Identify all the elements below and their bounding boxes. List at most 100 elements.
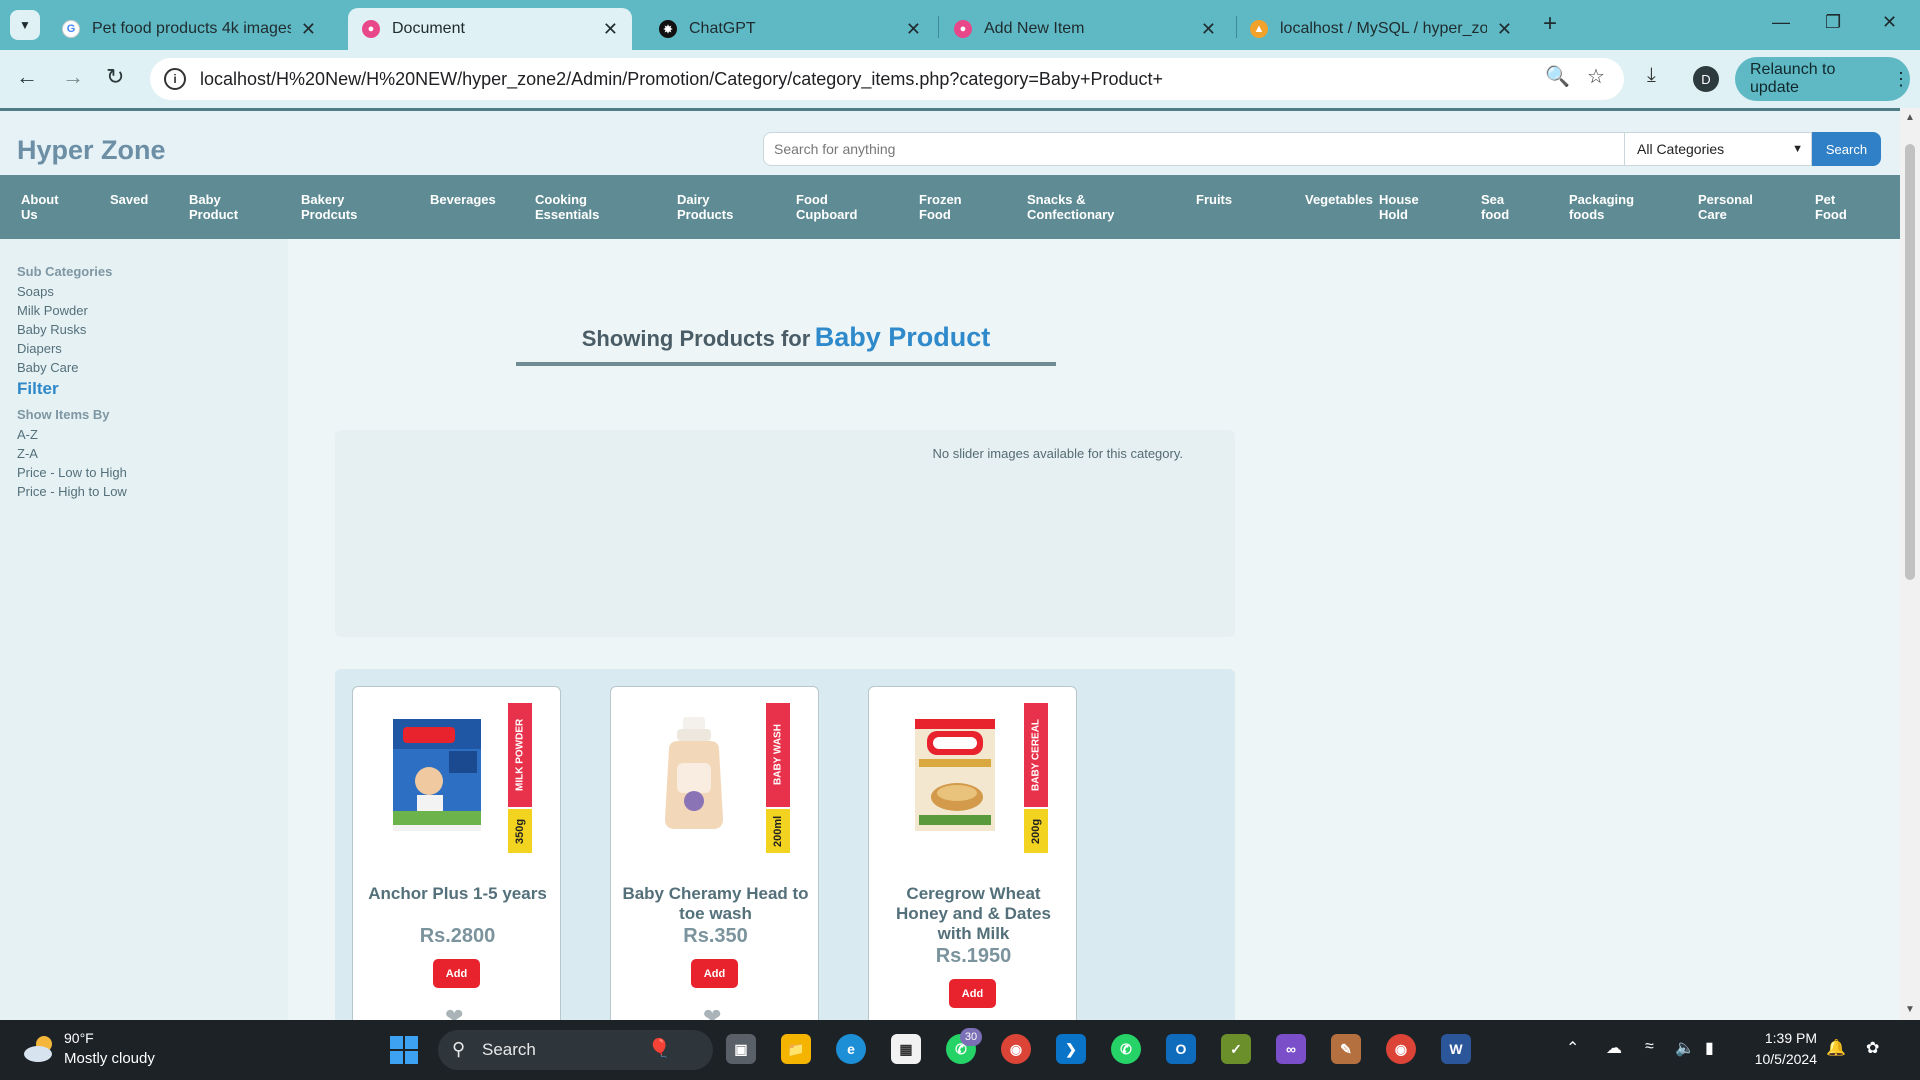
task-view-icon[interactable]: ▣ — [726, 1034, 756, 1064]
heart-icon[interactable]: ❤ — [445, 1004, 463, 1020]
nav-snacks-confectionary[interactable]: Snacks & Confectionary — [1027, 192, 1114, 222]
nav-food-cupboard[interactable]: Food Cupboard — [796, 192, 857, 222]
tab-pet-food[interactable]: G Pet food products 4k images - G ✕ — [48, 8, 330, 50]
microsoft-store-icon[interactable]: ▦ — [891, 1034, 921, 1064]
close-icon[interactable]: ✕ — [603, 19, 618, 40]
search-button[interactable]: Search — [1812, 132, 1881, 166]
sort-price-high-low[interactable]: Price - High to Low — [17, 484, 127, 499]
tab-chatgpt[interactable]: ✸ ChatGPT ✕ — [645, 8, 935, 50]
sub-category-milk-powder[interactable]: Milk Powder — [17, 303, 88, 318]
nav-bakery-products[interactable]: Bakery Prodcuts — [301, 192, 357, 222]
app-icon[interactable]: ✓ — [1221, 1034, 1251, 1064]
more-vert-icon[interactable]: ⋮ — [1892, 69, 1910, 90]
nav-house-hold[interactable]: House Hold — [1379, 192, 1419, 222]
zoom-icon[interactable]: 🔍 — [1545, 64, 1570, 89]
chevron-down-icon: ▼ — [1792, 143, 1803, 155]
close-window-icon[interactable]: ✕ — [1882, 12, 1897, 33]
weather-temperature: 90°F — [64, 1030, 94, 1046]
chrome-profile-icon[interactable]: ◉ — [1386, 1034, 1416, 1064]
clock-date[interactable]: 10/5/2024 — [1742, 1051, 1817, 1067]
profile-avatar[interactable]: D — [1693, 66, 1719, 92]
nav-about-us[interactable]: About Us — [21, 192, 59, 222]
product-card[interactable]: BABY CEREAL 200g Ceregrow Wheat Honey an… — [868, 686, 1077, 1020]
file-explorer-icon[interactable]: 📁 — [781, 1034, 811, 1064]
add-to-cart-button[interactable]: Add — [949, 979, 996, 1008]
close-icon[interactable]: ✕ — [301, 19, 316, 40]
word-icon[interactable]: W — [1441, 1034, 1471, 1064]
site-info-icon[interactable]: i — [164, 68, 186, 90]
nav-pet-food[interactable]: Pet Food — [1815, 192, 1847, 222]
nav-saved[interactable]: Saved — [110, 192, 148, 207]
windows-start-icon[interactable] — [390, 1036, 418, 1064]
download-icon[interactable]: ⤓ — [1647, 64, 1656, 87]
add-to-cart-button[interactable]: Add — [433, 959, 480, 988]
bookmark-star-icon[interactable]: ☆ — [1587, 64, 1605, 89]
product-card[interactable]: BABY WASH 200ml Baby Cheramy Head to toe… — [610, 686, 819, 1020]
sort-z-a[interactable]: Z-A — [17, 446, 38, 461]
heart-icon[interactable]: ❤ — [703, 1004, 721, 1020]
tab-search-button[interactable]: ▼ — [10, 10, 40, 40]
visual-studio-icon[interactable]: ∞ — [1276, 1034, 1306, 1064]
copilot-icon[interactable]: ✿ — [1866, 1038, 1879, 1058]
nav-beverages[interactable]: Beverages — [430, 192, 496, 207]
sort-a-z[interactable]: A-Z — [17, 427, 38, 442]
close-icon[interactable]: ✕ — [1497, 19, 1512, 40]
vscode-icon[interactable]: ❯ — [1056, 1034, 1086, 1064]
sort-price-low-high[interactable]: Price - Low to High — [17, 465, 127, 480]
tab-add-new-item[interactable]: ● Add New Item ✕ — [940, 8, 1230, 50]
nav-packaging-foods[interactable]: Packaging foods — [1569, 192, 1634, 222]
sub-category-baby-rusks[interactable]: Baby Rusks — [17, 322, 86, 337]
search-input[interactable]: Search for anything — [763, 132, 1625, 166]
edge-icon[interactable]: e — [836, 1034, 866, 1064]
nav-sea-food[interactable]: Sea food — [1481, 192, 1509, 222]
image-app-icon[interactable]: ✎ — [1331, 1034, 1361, 1064]
site-brand[interactable]: Hyper Zone — [17, 135, 166, 166]
chrome-icon[interactable]: ◉ — [1001, 1034, 1031, 1064]
notification-bell-icon[interactable]: 🔔 — [1826, 1038, 1846, 1058]
nav-fruits[interactable]: Fruits — [1196, 192, 1232, 207]
sub-category-soaps[interactable]: Soaps — [17, 284, 54, 299]
minimize-icon[interactable]: — — [1772, 12, 1790, 33]
address-bar[interactable]: i localhost/H%20New/H%20NEW/hyper_zone2/… — [150, 58, 1624, 100]
cloudy-weather-icon[interactable] — [22, 1032, 58, 1064]
nav-frozen-food[interactable]: Frozen Food — [919, 192, 962, 222]
close-icon[interactable]: ✕ — [1201, 19, 1216, 40]
page-scrollbar[interactable]: ▲ ▼ — [1900, 108, 1920, 1020]
product-name: Ceregrow Wheat Honey and & Dates with Mi… — [896, 884, 1051, 943]
nav-vegetables[interactable]: Vegetables — [1305, 192, 1373, 207]
relaunch-button[interactable]: Relaunch to update ⋮ — [1735, 57, 1910, 101]
category-select[interactable]: All Categories ▼ — [1625, 132, 1812, 166]
scroll-down-icon[interactable]: ▼ — [1905, 1004, 1915, 1015]
close-icon[interactable]: ✕ — [906, 19, 921, 40]
new-tab-icon[interactable]: + — [1543, 10, 1557, 38]
nav-personal-care[interactable]: Personal Care — [1698, 192, 1753, 222]
site-header: Hyper Zone Search for anything All Categ… — [0, 108, 1900, 175]
battery-icon[interactable]: ▮ — [1705, 1038, 1714, 1058]
sub-category-diapers[interactable]: Diapers — [17, 341, 62, 356]
browser-toolbar: ← → ↻ i localhost/H%20New/H%20NEW/hyper_… — [0, 50, 1920, 108]
clock-time[interactable]: 1:39 PM — [1752, 1030, 1817, 1046]
slider-empty-message: No slider images available for this cate… — [932, 446, 1184, 461]
scrollbar-thumb[interactable] — [1905, 144, 1915, 580]
restore-icon[interactable]: ❐ — [1825, 12, 1841, 33]
tab-document[interactable]: ● Document ✕ — [348, 8, 632, 50]
sub-category-baby-care[interactable]: Baby Care — [17, 360, 78, 375]
wifi-icon[interactable]: ≈ — [1645, 1038, 1654, 1056]
forward-icon[interactable]: → — [62, 64, 84, 90]
nav-dairy-products[interactable]: Dairy Products — [677, 192, 733, 222]
back-icon[interactable]: ← — [16, 64, 38, 90]
add-to-cart-button[interactable]: Add — [691, 959, 738, 988]
nav-baby-product[interactable]: Baby Product — [189, 192, 238, 222]
product-card[interactable]: MILK POWDER 350g Anchor Plus 1-5 years R… — [352, 686, 561, 1020]
scroll-up-icon[interactable]: ▲ — [1905, 112, 1915, 123]
chevron-up-icon[interactable]: ⌃ — [1566, 1038, 1579, 1058]
outlook-icon[interactable]: O — [1166, 1034, 1196, 1064]
volume-icon[interactable]: 🔈 — [1675, 1038, 1695, 1058]
taskbar-search[interactable]: ⚲ Search 🎈 — [438, 1030, 713, 1070]
product-image-baby-cheramy — [647, 715, 747, 835]
tab-phpmyadmin[interactable]: ▲ localhost / MySQL / hyper_zone ✕ — [1236, 8, 1526, 50]
onedrive-icon[interactable]: ☁ — [1606, 1038, 1622, 1058]
nav-cooking-essentials[interactable]: Cooking Essentials — [535, 192, 599, 222]
whatsapp-web-icon[interactable]: ✆ — [1111, 1034, 1141, 1064]
reload-icon[interactable]: ↻ — [106, 64, 124, 90]
